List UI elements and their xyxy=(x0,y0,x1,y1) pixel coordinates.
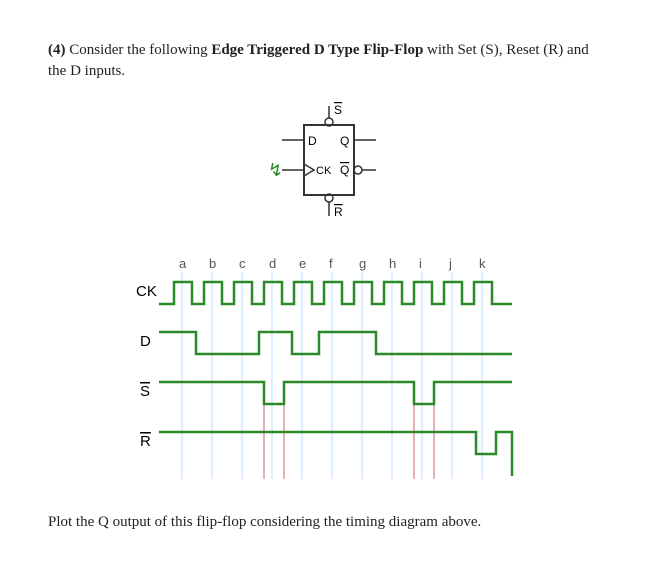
timing-svg: a b c d e f g h i j k xyxy=(114,254,534,484)
svg-text:S: S xyxy=(140,383,150,400)
edge-markers xyxy=(264,394,434,479)
pin-r-label: R xyxy=(334,205,343,219)
timing-diagram: a b c d e f g h i j k xyxy=(48,254,599,484)
pin-d-label: D xyxy=(308,134,317,148)
question-text: (4) Consider the following Edge Triggere… xyxy=(48,40,599,82)
svg-text:c: c xyxy=(239,256,246,271)
svg-text:R: R xyxy=(140,433,151,450)
question-number: (4) xyxy=(48,42,66,58)
pin-q-label: Q xyxy=(340,134,349,148)
svg-text:e: e xyxy=(299,256,306,271)
component-name: Edge Triggered D Type Flip-Flop xyxy=(211,42,423,58)
schematic-svg: S R D CK ↯ Q Q xyxy=(234,100,414,230)
pin-ck-label: CK xyxy=(316,165,332,177)
flipflop-schematic: S R D CK ↯ Q Q xyxy=(48,100,599,230)
svg-text:j: j xyxy=(448,256,452,271)
svg-text:k: k xyxy=(479,256,486,271)
pin-s-label: S xyxy=(334,103,342,117)
signal-r-label: R xyxy=(140,433,151,450)
signal-ck-label: CK xyxy=(136,283,157,300)
svg-text:d: d xyxy=(269,256,276,271)
svg-text:h: h xyxy=(389,256,396,271)
svg-text:b: b xyxy=(209,256,216,271)
tick-labels: a b c d e f g h i j k xyxy=(179,256,486,271)
svg-text:g: g xyxy=(359,256,366,271)
svg-text:i: i xyxy=(419,256,422,271)
instruction-text: Plot the Q output of this flip-flop cons… xyxy=(48,512,599,533)
pin-qbar-label: Q xyxy=(340,163,349,177)
svg-text:f: f xyxy=(329,256,333,271)
signal-s-label: S xyxy=(140,383,150,400)
question-lead: Consider the following xyxy=(69,42,207,58)
signal-d-label: D xyxy=(140,333,151,350)
svg-text:a: a xyxy=(179,256,187,271)
edge-symbol: ↯ xyxy=(268,160,283,180)
